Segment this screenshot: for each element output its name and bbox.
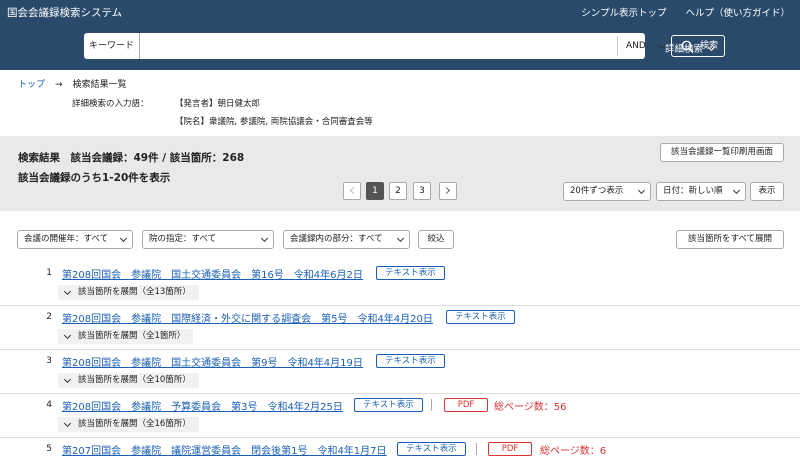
keyword-label: キーワード (84, 33, 140, 59)
page-button-1[interactable]: 1 (366, 182, 384, 200)
item-title-link[interactable]: 第208回国会 参議院 国土交通委員会 第9号 令和4年4月19日 (62, 354, 363, 369)
house-filter-value: 院の指定：すべて (149, 234, 217, 244)
per-page-select[interactable]: 20件ずつ表示 (563, 182, 651, 201)
item-title-link[interactable]: 第207回国会 参議院 議院運営委員会 閉会後第1号 令和4年1月7日 (62, 442, 387, 457)
expand-hits-button[interactable]: 該当箇所を展開（全10箇所） (58, 373, 199, 388)
item-title-link[interactable]: 第208回国会 参議院 予算委員会 第3号 令和4年2月25日 (62, 398, 343, 413)
arrow-right-icon: → (55, 80, 63, 90)
page-button-3[interactable]: 3 (413, 182, 431, 200)
expand-label: 該当箇所を展開（全10箇所） (78, 375, 191, 385)
help-link[interactable]: ヘルプ（使い方ガイド） (685, 8, 790, 19)
advanced-search-label: 詳細検索 (665, 44, 704, 55)
text-view-button[interactable]: テキスト表示 (354, 398, 423, 412)
text-view-button[interactable]: テキスト表示 (446, 310, 515, 324)
result-summary-panel: 検索結果 該当会議録：49件 / 該当箇所：268 該当会議録のうち1-20件を… (0, 136, 800, 211)
chevron-down-icon (260, 234, 269, 243)
next-page-button[interactable] (439, 182, 457, 200)
part-filter-select[interactable]: 会議録内の部分：すべて (283, 230, 410, 249)
conditions-label: 詳細検索の入力語： (72, 99, 149, 109)
item-number: 5 (46, 444, 52, 454)
chevron-down-icon (63, 331, 72, 340)
list-item: 3 第208回国会 参議院 国土交通委員会 第9号 令和4年4月19日 テキスト… (0, 350, 800, 394)
list-item: 4 第208回国会 参議院 予算委員会 第3号 令和4年2月25日 テキスト表示… (0, 394, 800, 438)
item-title-link[interactable]: 第208回国会 参議院 国土交通委員会 第16号 令和4年6月2日 (62, 266, 363, 281)
chevron-right-icon (442, 186, 451, 195)
expand-hits-button[interactable]: 該当箇所を展開（全13箇所） (58, 285, 199, 300)
expand-all-button[interactable]: 該当箇所をすべて展開 (676, 230, 784, 249)
sort-value: 日付：新しい順 (663, 186, 723, 196)
breadcrumb-current: 検索結果一覧 (72, 80, 127, 90)
year-filter-select[interactable]: 会議の開催年：すべて (17, 230, 133, 249)
print-list-button[interactable]: 該当会議録一覧印刷用画面 (660, 143, 784, 162)
breadcrumb: トップ → 検索結果一覧 (18, 77, 127, 90)
pdf-button[interactable]: PDF (444, 398, 488, 412)
item-title-link[interactable]: 第208回国会 参議院 国際経済・外交に関する調査会 第5号 令和4年4月20日 (62, 310, 433, 325)
list-item: 5 第207回国会 参議院 議院運営委員会 閉会後第1号 令和4年1月7日 テキ… (0, 438, 800, 462)
header-links: シンプル表示トップ ヘルプ（使い方ガイド） (565, 5, 790, 19)
part-filter-value: 会議録内の部分：すべて (290, 234, 383, 244)
text-view-button[interactable]: テキスト表示 (397, 442, 466, 456)
item-number: 3 (46, 356, 52, 366)
item-number: 2 (46, 312, 52, 322)
text-view-button[interactable]: テキスト表示 (376, 266, 445, 280)
simple-top-link[interactable]: シンプル表示トップ (581, 8, 666, 19)
chevron-down-icon (732, 186, 741, 195)
chevron-down-icon (396, 234, 405, 243)
chevron-down-icon (119, 234, 128, 243)
expand-hits-button[interactable]: 該当箇所を展開（全1箇所） (58, 329, 194, 344)
sort-select[interactable]: 日付：新しい順 (656, 182, 746, 201)
expand-label: 該当箇所を展開（全16箇所） (78, 419, 191, 429)
advanced-search-toggle[interactable]: 詳細検索 (665, 41, 716, 55)
chevron-down-icon (707, 43, 716, 52)
chevron-down-icon (63, 419, 72, 428)
result-count: 検索結果 該当会議録：49件 / 該当箇所：268 (18, 152, 245, 164)
result-range: 該当会議録のうち1-20件を表示 (18, 172, 171, 184)
item-number: 4 (46, 400, 52, 410)
narrow-button[interactable]: 絞込 (418, 230, 454, 249)
chevron-down-icon (637, 186, 646, 195)
page-button-2[interactable]: 2 (389, 182, 407, 200)
text-view-button[interactable]: テキスト表示 (376, 354, 445, 368)
per-page-value: 20件ずつ表示 (570, 186, 624, 196)
item-number: 1 (46, 268, 52, 278)
condition-speaker: 【発言者】朝日健太郎 (175, 99, 261, 109)
list-item: 2 第208回国会 参議院 国際経済・外交に関する調査会 第5号 令和4年4月2… (0, 306, 800, 350)
prev-page-button[interactable] (343, 182, 361, 200)
expand-hits-button[interactable]: 該当箇所を展開（全16箇所） (58, 417, 199, 432)
condition-house: 【院名】衆議院, 参議院, 両院協議会・合同審査会等 (175, 117, 373, 127)
keyword-input[interactable] (141, 35, 615, 57)
chevron-down-icon (63, 287, 72, 296)
pdf-button[interactable]: PDF (488, 442, 532, 456)
show-button[interactable]: 表示 (750, 182, 784, 201)
expand-label: 該当箇所を展開（全1箇所） (78, 331, 186, 341)
operator-value: AND (626, 41, 646, 51)
year-filter-value: 会議の開催年：すべて (24, 234, 109, 244)
breadcrumb-home[interactable]: トップ (18, 80, 45, 90)
separator (476, 443, 477, 455)
chevron-down-icon (63, 375, 72, 384)
chevron-left-icon (349, 186, 358, 195)
list-item: 1 第208回国会 参議院 国土交通委員会 第16号 令和4年6月2日 テキスト… (0, 262, 800, 306)
page-count: 総ページ数：56 (494, 402, 567, 413)
site-title[interactable]: 国会会議録検索システム (7, 5, 122, 20)
page-count: 総ページ数：6 (540, 446, 607, 457)
search-bar: キーワード AND 検索 (84, 33, 725, 59)
operator-select[interactable]: AND (617, 36, 669, 56)
house-filter-select[interactable]: 院の指定：すべて (142, 230, 274, 249)
expand-label: 該当箇所を展開（全13箇所） (78, 287, 191, 297)
separator (431, 399, 432, 411)
header-bar: 国会会議録検索システム シンプル表示トップ ヘルプ（使い方ガイド） キーワード … (0, 0, 800, 70)
